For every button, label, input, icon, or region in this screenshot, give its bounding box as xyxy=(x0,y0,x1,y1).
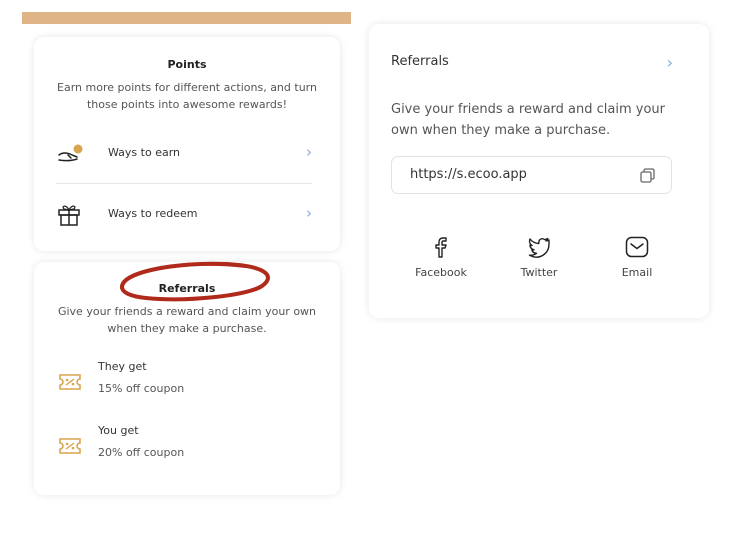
they-get-item: They get 15% off coupon xyxy=(58,360,298,406)
chevron-right-icon: › xyxy=(306,143,312,161)
ways-to-redeem-item[interactable]: Ways to redeem › xyxy=(56,199,312,229)
points-description: Earn more points for different actions, … xyxy=(57,81,317,111)
copy-icon[interactable] xyxy=(639,167,657,185)
email-icon xyxy=(625,236,649,258)
divider xyxy=(56,183,312,184)
points-title: Points xyxy=(167,58,207,71)
email-share-button[interactable]: Email xyxy=(602,234,672,279)
hand-coin-icon xyxy=(58,144,83,162)
twitter-share-button[interactable]: Twitter xyxy=(504,234,574,279)
they-get-value: 15% off coupon xyxy=(98,382,185,395)
referral-link-field[interactable]: https://s.ecoo.app xyxy=(391,156,672,194)
ways-to-earn-item[interactable]: Ways to earn › xyxy=(56,138,312,168)
you-get-label: You get xyxy=(98,424,139,437)
chevron-right-icon: › xyxy=(306,204,312,222)
you-get-item: You get 20% off coupon xyxy=(58,424,298,470)
they-get-label: They get xyxy=(98,360,147,373)
referrals-description: Give your friends a reward and claim you… xyxy=(57,305,317,335)
facebook-label: Facebook xyxy=(415,266,467,279)
share-title: Referrals xyxy=(391,54,449,69)
share-description: Give your friends a reward and claim you… xyxy=(391,102,666,138)
chevron-right-icon[interactable]: › xyxy=(667,53,673,72)
referral-link-text[interactable]: https://s.ecoo.app xyxy=(410,167,527,182)
you-get-value: 20% off coupon xyxy=(98,446,185,459)
share-referral-card: Referrals › Give your friends a reward a… xyxy=(369,24,709,318)
highlight-oval-annotation xyxy=(120,261,270,302)
gift-icon xyxy=(58,205,80,226)
coupon-icon xyxy=(59,438,81,454)
twitter-label: Twitter xyxy=(520,266,558,279)
ways-to-redeem-label: Ways to redeem xyxy=(108,207,198,220)
facebook-share-button[interactable]: Facebook xyxy=(406,234,476,279)
twitter-icon xyxy=(528,237,550,258)
accent-bar xyxy=(22,12,351,24)
ways-to-earn-label: Ways to earn xyxy=(108,146,180,159)
email-label: Email xyxy=(621,266,653,279)
facebook-icon xyxy=(435,237,447,258)
coupon-icon xyxy=(59,374,81,390)
points-card: Points Earn more points for different ac… xyxy=(34,37,340,251)
